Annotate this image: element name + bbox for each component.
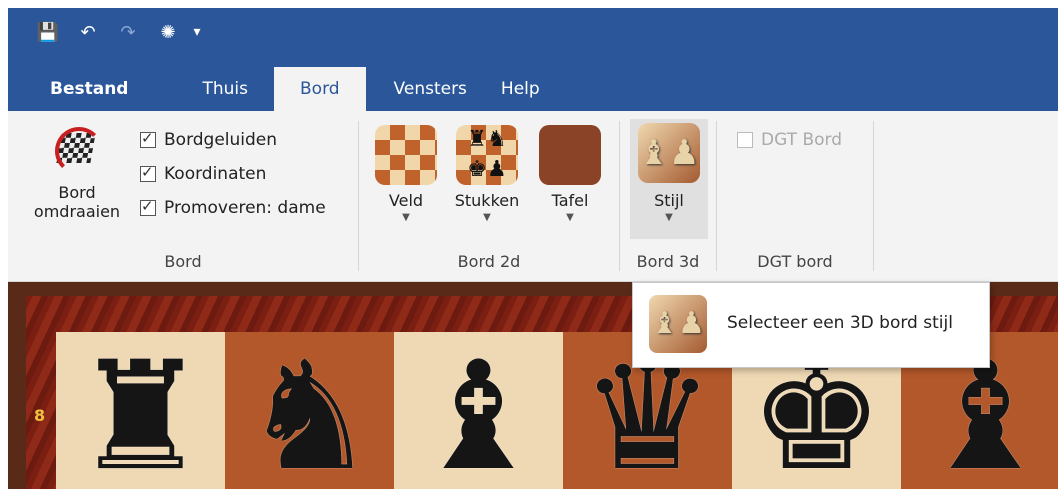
- tab-help[interactable]: Help: [487, 67, 554, 111]
- veld-icon: [375, 125, 437, 185]
- chevron-down-icon: ▼: [402, 212, 410, 223]
- save-icon[interactable]: 💾: [28, 18, 68, 46]
- engine-icon[interactable]: ✺: [148, 18, 188, 46]
- checkbox-promoveren-dame[interactable]: ✓ Promoveren: dame: [140, 191, 326, 225]
- chevron-down-icon: ▼: [483, 212, 491, 223]
- stukken-label: Stukken: [454, 191, 520, 210]
- checkbox-box[interactable]: ✓: [140, 129, 156, 148]
- board-square[interactable]: ♝: [394, 332, 563, 489]
- veld-button[interactable]: Veld ▼: [375, 125, 437, 223]
- customize-toolbar-icon[interactable]: ▾: [188, 18, 206, 46]
- stukken-icon: ♜♞ ♚♟: [456, 125, 518, 185]
- group-label-bord-3d: Bord 3d: [636, 252, 700, 271]
- group-bord: Bord omdraaien ✓ Bordgeluiden ✓ Koordina…: [8, 119, 358, 275]
- group-bord-3d: ♝♟ Stijl ▼ Bord 3d: [620, 119, 716, 275]
- tafel-label: Tafel: [551, 191, 589, 210]
- checkbox-label: DGT Bord: [761, 130, 842, 150]
- quick-access-toolbar: 💾 ↶ ↷ ✺ ▾: [28, 18, 206, 46]
- group-dgt-bord: DGT Bord DGT bord: [717, 119, 873, 275]
- group-label-bord-2d: Bord 2d: [457, 252, 521, 271]
- checkbox-box[interactable]: ✓: [140, 163, 156, 182]
- undo-icon[interactable]: ↶: [68, 18, 108, 46]
- tab-bord[interactable]: Bord: [274, 67, 366, 111]
- ribbon-panel: Bord omdraaien ✓ Bordgeluiden ✓ Koordina…: [8, 111, 1058, 282]
- checkbox-dgt-bord[interactable]: DGT Bord: [737, 123, 842, 157]
- checkbox-label: Bordgeluiden: [164, 130, 278, 150]
- stukken-button[interactable]: ♜♞ ♚♟ Stukken ▼: [447, 125, 527, 223]
- tab-thuis[interactable]: Thuis: [188, 67, 274, 111]
- chevron-down-icon: ▼: [665, 212, 673, 223]
- black-bishop-piece[interactable]: ♝: [411, 342, 545, 489]
- stijl-3d-icon: ♝♟: [649, 295, 707, 353]
- rank-label: 8: [34, 406, 46, 425]
- check-icon: ✓: [141, 197, 154, 215]
- checkbox-box[interactable]: ✓: [140, 197, 156, 216]
- tooltip-text: Selecteer een 3D bord stijl: [727, 313, 953, 333]
- ribbon-tabs: Bestand Thuis Bord Vensters Help: [36, 67, 554, 111]
- flip-board-button[interactable]: Bord omdraaien: [22, 127, 132, 221]
- flip-board-label-1: Bord: [58, 183, 96, 202]
- checkbox-label: Koordinaten: [164, 164, 267, 184]
- flip-board-label-2: omdraaien: [33, 202, 121, 221]
- redo-icon[interactable]: ↷: [108, 18, 148, 46]
- checkbox-label: Promoveren: dame: [164, 198, 326, 218]
- group-label-bord: Bord: [164, 252, 202, 271]
- board-square[interactable]: ♜: [56, 332, 225, 489]
- stijl-label: Stijl: [654, 191, 684, 210]
- chevron-down-icon: ▼: [566, 212, 574, 223]
- tafel-button[interactable]: Tafel ▼: [539, 125, 601, 223]
- app-window: 💾 ↶ ↷ ✺ ▾ Bestand Thuis Bord Vensters He…: [8, 8, 1058, 489]
- checkbox-koordinaten[interactable]: ✓ Koordinaten: [140, 157, 326, 191]
- tooltip-stijl: ♝♟ Selecteer een 3D bord stijl: [632, 282, 990, 368]
- group-bord-2d: Veld ▼ ♜♞ ♚♟ Stukken ▼ Tafel ▼ Bord 2d: [359, 119, 619, 275]
- title-bar: 💾 ↶ ↷ ✺ ▾ Bestand Thuis Bord Vensters He…: [8, 8, 1058, 111]
- checkbox-bordgeluiden[interactable]: ✓ Bordgeluiden: [140, 123, 326, 157]
- black-rook-piece[interactable]: ♜: [73, 342, 207, 489]
- tafel-icon: [539, 125, 601, 185]
- stijl-3d-icon: ♝♟: [638, 123, 700, 183]
- group-label-dgt-bord: DGT bord: [757, 252, 833, 271]
- board-square[interactable]: ♞: [225, 332, 394, 489]
- separator: [873, 121, 874, 271]
- bord-options: ✓ Bordgeluiden ✓ Koordinaten ✓ Promovere…: [140, 123, 326, 225]
- flip-board-icon: [55, 127, 103, 175]
- check-icon: ✓: [141, 129, 154, 147]
- black-knight-piece[interactable]: ♞: [242, 342, 376, 489]
- stijl-button[interactable]: ♝♟ Stijl ▼: [630, 119, 708, 239]
- veld-label: Veld: [388, 191, 424, 210]
- tab-vensters[interactable]: Vensters: [366, 67, 487, 111]
- tab-bestand[interactable]: Bestand: [36, 67, 188, 111]
- checkbox-box[interactable]: [737, 132, 753, 148]
- check-icon: ✓: [141, 163, 154, 181]
